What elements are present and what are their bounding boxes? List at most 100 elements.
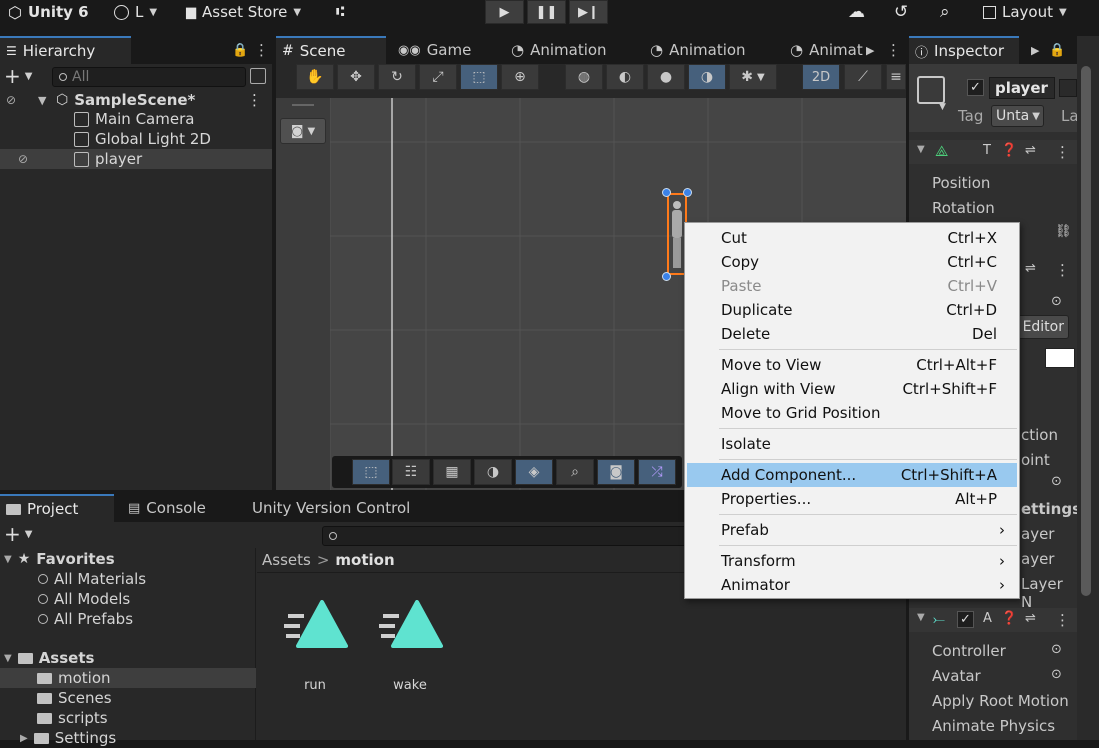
scrollbar-thumb[interactable] xyxy=(1081,66,1091,596)
search-icon[interactable]: ⌕ xyxy=(940,0,950,24)
zoom-icon[interactable]: ⌕ xyxy=(556,459,594,485)
hierarchy-item-main-camera[interactable]: Main Camera xyxy=(0,109,272,129)
scale-tool-icon[interactable]: ⤢ xyxy=(419,64,457,90)
preset-icon[interactable]: ⇌ xyxy=(1025,261,1036,276)
object-picker-icon[interactable]: ⊙ xyxy=(1051,294,1062,309)
preset-icon[interactable]: ⇌ xyxy=(1025,143,1036,158)
more-menu-icon[interactable]: ⋮ xyxy=(880,36,907,64)
menu-item-properties[interactable]: Properties... Alt+P xyxy=(687,487,1017,511)
step-button[interactable]: ▶❙ xyxy=(569,0,608,24)
scene-visibility-icon[interactable] xyxy=(250,68,266,84)
asset-wake[interactable]: wake xyxy=(377,600,443,693)
cloud-icon[interactable]: ☁ xyxy=(848,0,865,24)
chevron-down-icon[interactable]: ▼ xyxy=(939,102,946,112)
folder-scenes[interactable]: Scenes xyxy=(37,688,112,708)
tab-version-control[interactable]: Unity Version Control xyxy=(246,494,416,522)
debug-draw-dropdown[interactable]: ✱ ▼ xyxy=(729,64,777,90)
tab-animation-1[interactable]: ◔ Animation xyxy=(505,36,613,64)
menu-item-cut[interactable]: Cut Ctrl+X xyxy=(687,226,1017,250)
more-menu-icon[interactable]: ⋮ xyxy=(247,91,262,109)
preset-icon[interactable]: ⇌ xyxy=(1025,611,1036,626)
favorite-all-materials[interactable]: All Materials xyxy=(38,569,146,589)
folder-scripts[interactable]: scripts xyxy=(37,708,108,728)
tab-game[interactable]: ◉◉ Game xyxy=(392,36,477,64)
unity-menu[interactable]: ⬡ Unity 6 xyxy=(8,0,89,24)
help-icon[interactable]: ❓ xyxy=(1001,611,1017,626)
object-picker-icon[interactable]: ⊙ xyxy=(1051,667,1062,682)
static-checkbox[interactable] xyxy=(1059,79,1077,97)
more-menu-icon[interactable]: ⋮ xyxy=(1055,611,1070,629)
layers-icon[interactable]: ◈ xyxy=(515,459,553,485)
more-menu-icon[interactable]: ⋮ xyxy=(1055,261,1070,279)
rect-tool-icon[interactable]: ⬚ xyxy=(352,459,390,485)
project-search-input[interactable] xyxy=(322,526,692,546)
more-menu-icon[interactable]: ⋮ xyxy=(1055,143,1070,161)
tab-overflow-icon[interactable]: ▶ xyxy=(860,36,880,64)
unlink-icon[interactable]: ⛓ xyxy=(1055,224,1072,239)
favorites-folder[interactable]: ▼ ★ Favorites xyxy=(4,549,115,569)
tab-inspector[interactable]: ⓘ Inspector xyxy=(909,36,1019,64)
rect-handle[interactable] xyxy=(683,188,692,197)
menu-item-copy[interactable]: Copy Ctrl+C xyxy=(687,250,1017,274)
menu-item-isolate[interactable]: Isolate xyxy=(687,432,1017,456)
audio-toggle-icon[interactable]: ⟋ xyxy=(844,64,882,90)
menu-item-move-to-view[interactable]: Move to View Ctrl+Alt+F xyxy=(687,353,1017,377)
foldout-arrow-icon[interactable]: ▶ xyxy=(20,733,28,744)
assets-folder[interactable]: ▼ Assets xyxy=(4,648,94,668)
effects-toggle-icon[interactable]: ≡ xyxy=(886,64,906,90)
more-menu-icon[interactable]: ⋮ xyxy=(248,36,275,64)
visibility-hidden-icon[interactable]: ⊘ xyxy=(0,93,22,107)
folder-motion[interactable]: motion xyxy=(0,668,256,688)
asset-run[interactable]: run xyxy=(282,600,348,693)
sliders-icon[interactable]: ☷ xyxy=(392,459,430,485)
breadcrumb-current[interactable]: motion xyxy=(335,551,394,569)
foldout-arrow-icon[interactable]: ▼ xyxy=(4,653,12,664)
hierarchy-item-global-light[interactable]: Global Light 2D xyxy=(0,129,272,149)
tab-console[interactable]: ▤ Console xyxy=(122,494,212,522)
shading-lit-icon[interactable]: ◑ xyxy=(474,459,512,485)
shuffle-icon[interactable]: ⤮ xyxy=(638,459,676,485)
hand-tool-icon[interactable]: ✋ xyxy=(296,64,334,90)
hierarchy-item-player[interactable]: ⊘ player xyxy=(0,149,272,169)
mode-2d-toggle[interactable]: 2D xyxy=(802,64,840,90)
menu-item-align-with-view[interactable]: Align with View Ctrl+Shift+F xyxy=(687,377,1017,401)
shading-lit-icon[interactable]: ◑ xyxy=(688,64,726,90)
object-picker-icon[interactable]: ⊙ xyxy=(1051,642,1062,657)
foldout-arrow-icon[interactable]: ▼ xyxy=(917,144,925,155)
edit-collider-button[interactable]: Editor xyxy=(1017,315,1069,339)
create-asset-button[interactable]: + ▼ xyxy=(4,524,32,544)
shading-solid-icon[interactable]: ● xyxy=(647,64,685,90)
foldout-arrow-icon[interactable]: ▼ xyxy=(4,554,12,565)
rect-tool-icon[interactable]: ⬚ xyxy=(460,64,498,90)
component-enabled-checkbox[interactable]: ✓ xyxy=(957,611,974,628)
asset-store-dropdown[interactable]: ▆ Asset Store ▼ xyxy=(186,0,301,24)
pause-button[interactable]: ❚❚ xyxy=(527,0,566,24)
menu-item-animator[interactable]: Animator › xyxy=(687,573,1017,597)
help-icon[interactable]: ❓ xyxy=(1001,143,1017,158)
object-name-input[interactable]: player xyxy=(989,77,1055,99)
shading-wire-icon[interactable]: ◐ xyxy=(606,64,644,90)
favorite-all-prefabs[interactable]: All Prefabs xyxy=(38,609,133,629)
move-tool-icon[interactable]: ✥ xyxy=(337,64,375,90)
favorite-all-models[interactable]: All Models xyxy=(38,589,130,609)
menu-item-add-component[interactable]: Add Component... Ctrl+Shift+A xyxy=(687,463,1017,487)
tab-project[interactable]: Project xyxy=(0,494,114,522)
active-checkbox[interactable]: ✓ xyxy=(967,79,984,96)
tab-hierarchy[interactable]: ☰ Hierarchy xyxy=(0,36,131,64)
tab-animator[interactable]: ◔ Animat xyxy=(784,36,869,64)
overlay-drag-handle[interactable] xyxy=(292,104,314,106)
history-icon[interactable]: ↺ xyxy=(894,0,908,24)
tab-animation-2[interactable]: ◔ Animation xyxy=(644,36,752,64)
visibility-hidden-icon[interactable]: ⊘ xyxy=(0,152,56,166)
play-button[interactable]: ▶ xyxy=(485,0,524,24)
transform-tool-icon[interactable]: ⊕ xyxy=(501,64,539,90)
menu-item-transform[interactable]: Transform › xyxy=(687,549,1017,573)
account-dropdown[interactable]: L ▼ xyxy=(114,0,157,24)
camera-icon[interactable]: ◙ xyxy=(597,459,635,485)
menu-item-move-to-grid[interactable]: Move to Grid Position xyxy=(687,401,1017,425)
tag-dropdown[interactable]: Unta ▼ xyxy=(991,105,1044,127)
expand-arrow-icon[interactable]: ▼ xyxy=(38,94,52,107)
menu-item-prefab[interactable]: Prefab › xyxy=(687,518,1017,542)
version-control-icon[interactable]: ⑆ xyxy=(336,0,344,24)
inspector-scrollbar[interactable] xyxy=(1077,36,1099,740)
